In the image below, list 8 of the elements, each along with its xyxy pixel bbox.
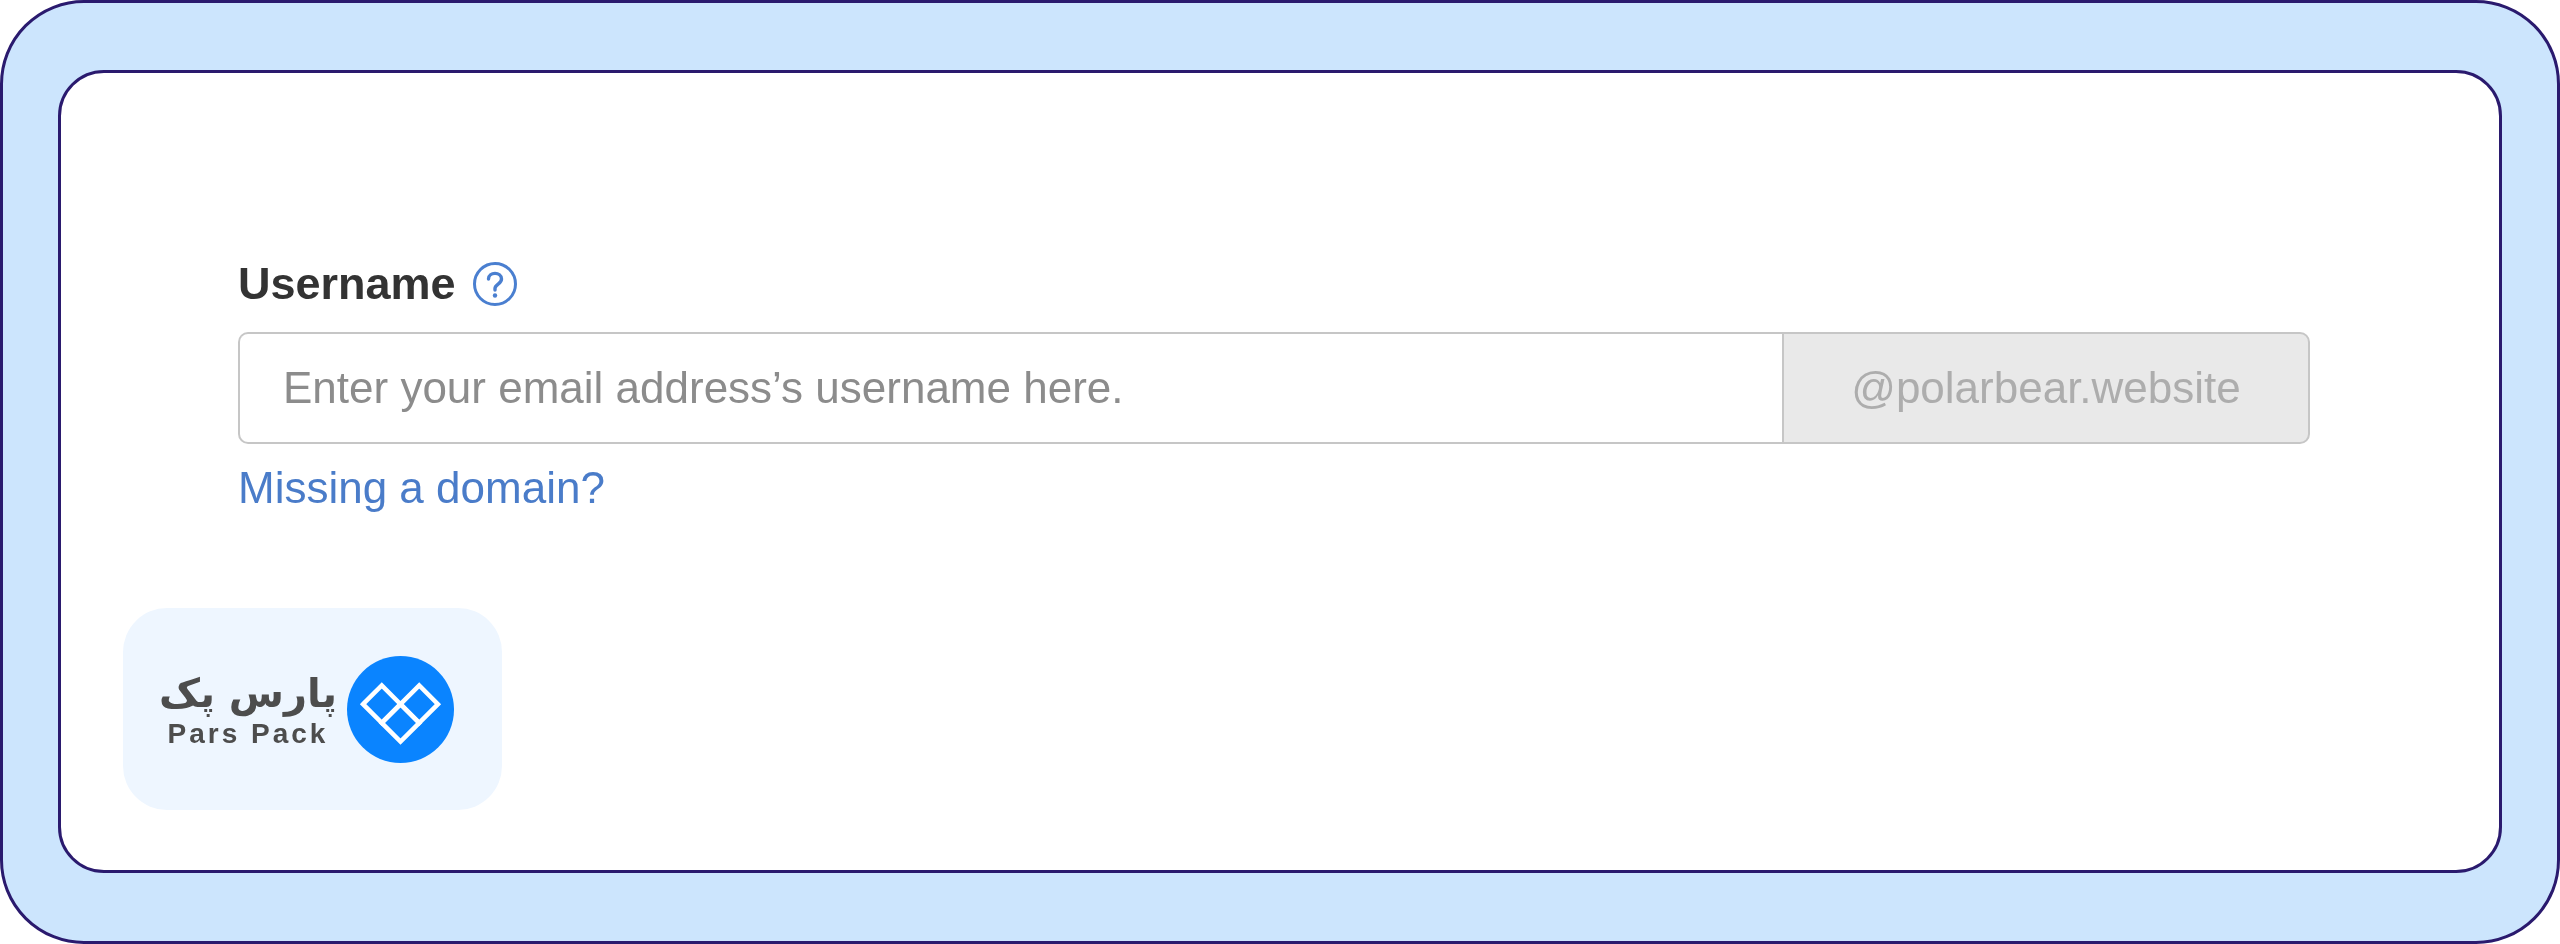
domain-suffix: @polarbear.website: [1782, 332, 2310, 444]
logo-circle-icon: [347, 655, 454, 763]
username-field[interactable]: Enter your email address’s username here.: [238, 332, 1782, 444]
help-icon[interactable]: [471, 261, 518, 307]
logo-english-text: Pars Pack: [167, 718, 329, 750]
field-label: Username: [238, 258, 456, 310]
logo-persian-text: پارس پک: [158, 669, 338, 718]
missing-domain-link[interactable]: Missing a domain?: [238, 462, 605, 514]
